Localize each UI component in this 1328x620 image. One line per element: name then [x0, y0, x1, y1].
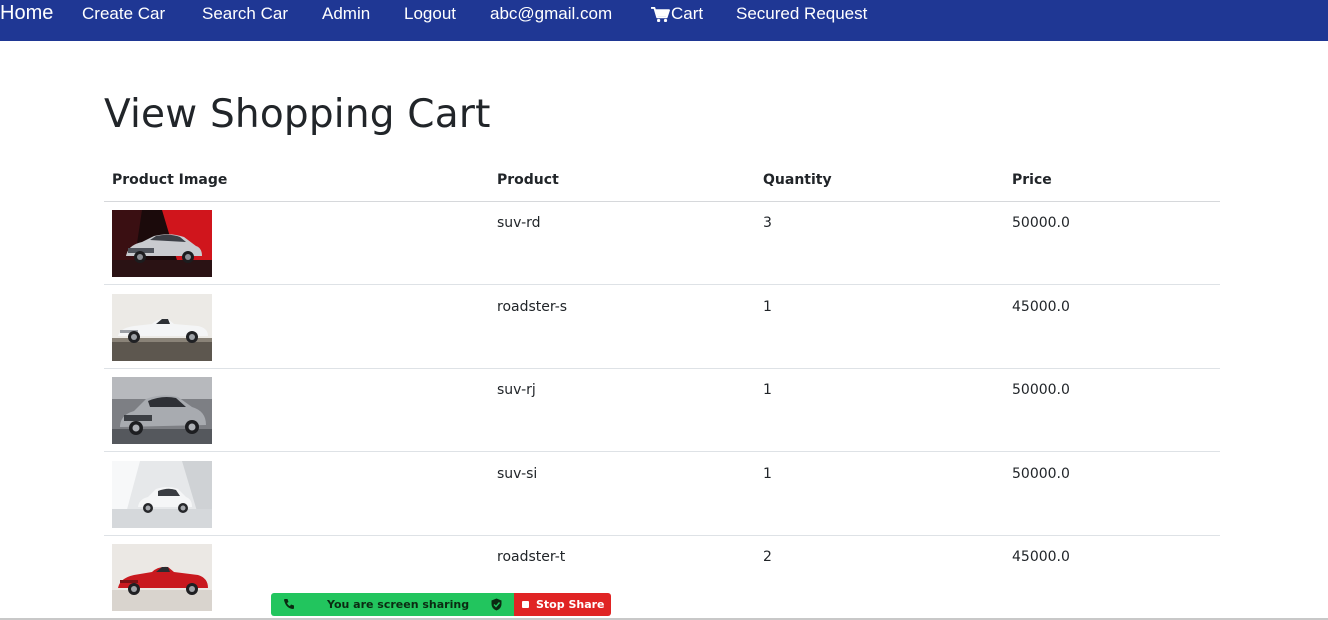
nav-create-car-link[interactable]: Create Car	[82, 3, 165, 25]
car-image	[112, 544, 212, 611]
product-price: 50000.0	[1012, 466, 1070, 482]
product-quantity: 1	[763, 466, 772, 482]
column-header-product: Product	[497, 172, 559, 188]
nav-search-car-link[interactable]: Search Car	[202, 3, 288, 25]
stop-icon	[522, 601, 529, 608]
screen-share-bar: You are screen sharing Stop Share	[271, 593, 611, 616]
stop-share-button[interactable]: Stop Share	[514, 593, 611, 616]
product-name: roadster-s	[497, 299, 568, 315]
nav-user-email-link[interactable]: abc@gmail.com	[490, 3, 612, 25]
car-image	[112, 210, 212, 277]
product-price: 45000.0	[1012, 299, 1070, 315]
table-row: suv-rj 1 50000.0	[104, 369, 1220, 452]
column-header-price: Price	[1012, 172, 1052, 188]
screen-share-status: You are screen sharing	[271, 593, 514, 616]
car-image	[112, 377, 212, 444]
product-price: 50000.0	[1012, 215, 1070, 231]
cart-icon	[651, 6, 670, 23]
product-quantity: 2	[763, 549, 772, 565]
product-quantity: 3	[763, 215, 772, 231]
shield-icon	[491, 598, 502, 611]
stop-share-label: Stop Share	[536, 598, 605, 611]
table-row: roadster-s 1 45000.0	[104, 286, 1220, 369]
column-header-product-image: Product Image	[112, 172, 228, 188]
phone-icon	[283, 598, 295, 610]
screen-share-status-text: You are screen sharing	[327, 598, 470, 611]
column-header-quantity: Quantity	[763, 172, 832, 188]
product-price: 45000.0	[1012, 549, 1070, 565]
table-row: suv-si 1 50000.0	[104, 453, 1220, 536]
page-title: View Shopping Cart	[104, 92, 491, 137]
top-navbar: Home Create Car Search Car Admin Logout …	[0, 0, 1328, 41]
nav-cart-label: Cart	[671, 4, 704, 23]
product-quantity: 1	[763, 382, 772, 398]
nav-admin-link[interactable]: Admin	[322, 3, 370, 25]
product-name: suv-rj	[497, 382, 536, 398]
product-price: 50000.0	[1012, 382, 1070, 398]
car-image	[112, 461, 212, 528]
nav-cart-link[interactable]: Cart	[651, 3, 703, 25]
nav-home-link[interactable]: Home	[0, 2, 53, 24]
product-name: suv-si	[497, 466, 538, 482]
nav-secured-request-link[interactable]: Secured Request	[736, 3, 867, 25]
product-quantity: 1	[763, 299, 772, 315]
table-row: suv-rd 3 50000.0	[104, 202, 1220, 285]
product-name: roadster-t	[497, 549, 566, 565]
nav-logout-link[interactable]: Logout	[404, 3, 456, 25]
car-image	[112, 294, 212, 361]
product-name: suv-rd	[497, 215, 541, 231]
